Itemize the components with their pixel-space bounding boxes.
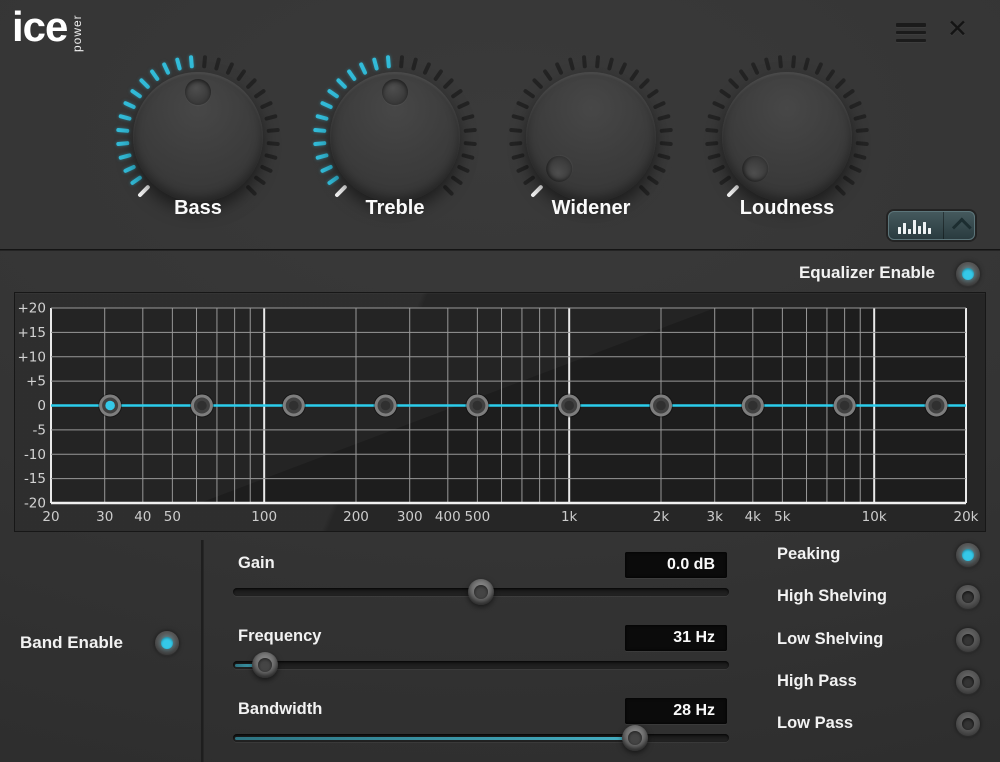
filter-type-peaking-label[interactable]: Peaking bbox=[777, 545, 840, 564]
frequency-label: Frequency bbox=[238, 627, 321, 646]
bandwidth-slider[interactable] bbox=[233, 734, 729, 742]
knob-treble[interactable]: Treble bbox=[307, 37, 483, 237]
x-axis-tick-label: 300 bbox=[397, 509, 423, 525]
knob-dial[interactable] bbox=[330, 72, 460, 202]
gain-slider-thumb[interactable] bbox=[468, 579, 494, 605]
bandwidth-slider-thumb[interactable] bbox=[622, 725, 648, 751]
knob-label: Bass bbox=[110, 197, 286, 220]
x-axis-tick-label: 400 bbox=[435, 509, 461, 525]
y-axis-tick-label: 0 bbox=[37, 398, 46, 414]
gain-label: Gain bbox=[238, 554, 275, 573]
knob-indicator-dot bbox=[541, 150, 578, 187]
frequency-value-box[interactable]: 31 Hz bbox=[625, 625, 727, 651]
y-axis-tick-label: +15 bbox=[18, 325, 47, 341]
x-axis-tick-label: 2k bbox=[653, 509, 670, 525]
knob-dial[interactable] bbox=[526, 72, 656, 202]
eq-band-handle[interactable] bbox=[649, 394, 673, 418]
filter-type-high-pass-label[interactable]: High Pass bbox=[777, 672, 857, 691]
logo-text: ice bbox=[12, 6, 67, 48]
filter-type-low-pass-label[interactable]: Low Pass bbox=[777, 714, 853, 733]
x-axis-tick-label: 3k bbox=[706, 509, 723, 525]
x-axis-tick-label: 30 bbox=[96, 509, 113, 525]
eq-band-handle[interactable] bbox=[282, 394, 306, 418]
x-axis-tick-label: 100 bbox=[251, 509, 277, 525]
eq-band-handle[interactable] bbox=[741, 394, 765, 418]
band-enable-label: Band Enable bbox=[20, 633, 123, 653]
app-logo: ice power bbox=[12, 6, 84, 52]
eq-band-handle[interactable] bbox=[465, 394, 489, 418]
equalizer-bars-icon bbox=[898, 217, 931, 234]
knob-label: Treble bbox=[307, 197, 483, 220]
eq-band-handle[interactable] bbox=[557, 394, 581, 418]
knob-label: Loudness bbox=[699, 197, 875, 220]
y-axis-tick-label: +10 bbox=[18, 349, 47, 365]
filter-type-high-shelving-label[interactable]: High Shelving bbox=[777, 587, 887, 606]
knob-indicator-dot bbox=[185, 79, 211, 105]
x-axis-tick-label: 20 bbox=[42, 509, 59, 525]
equalizer-enable-label: Equalizer Enable bbox=[799, 263, 935, 283]
filter-type-low-shelving-radio[interactable] bbox=[956, 628, 980, 652]
eq-band-handle[interactable] bbox=[98, 394, 122, 418]
y-axis-tick-label: -5 bbox=[33, 422, 46, 438]
knob-label: Widener bbox=[503, 197, 679, 220]
band-controls-section: Band Enable Gain 0.0 dB Frequency 31 Hz Band… bbox=[0, 532, 1000, 762]
x-axis-tick-label: 500 bbox=[464, 509, 490, 525]
close-icon[interactable]: ✕ bbox=[947, 14, 968, 44]
equalizer-graph-panel: +20+15+10+50-5-10-15-2020304050100200300… bbox=[14, 292, 986, 532]
knob-dial[interactable] bbox=[133, 72, 263, 202]
knob-indicator-dot bbox=[737, 150, 774, 187]
chevron-up-icon bbox=[943, 212, 974, 239]
gain-value-box[interactable]: 0.0 dB bbox=[625, 552, 727, 578]
filter-type-low-pass-radio[interactable] bbox=[956, 712, 980, 736]
x-axis-tick-label: 4k bbox=[745, 509, 762, 525]
frequency-slider[interactable] bbox=[233, 661, 729, 669]
vertical-divider bbox=[201, 540, 204, 762]
knob-loudness[interactable]: Loudness bbox=[699, 37, 875, 237]
header-separator bbox=[0, 249, 1000, 251]
eq-band-handle[interactable] bbox=[190, 394, 214, 418]
x-axis-tick-label: 40 bbox=[134, 509, 151, 525]
menu-icon[interactable] bbox=[896, 23, 926, 42]
knob-bass[interactable]: Bass bbox=[110, 37, 286, 237]
filter-type-low-shelving-label[interactable]: Low Shelving bbox=[777, 630, 883, 649]
x-axis-tick-label: 1k bbox=[561, 509, 578, 525]
gain-slider-row: Gain 0.0 dB bbox=[233, 552, 729, 616]
bandwidth-label: Bandwidth bbox=[238, 700, 322, 719]
bandwidth-slider-fill bbox=[235, 737, 633, 740]
x-axis-tick-label: 200 bbox=[343, 509, 369, 525]
frequency-slider-row: Frequency 31 Hz bbox=[233, 625, 729, 689]
bandwidth-value-box[interactable]: 28 Hz bbox=[625, 698, 727, 724]
eq-band-handle[interactable] bbox=[374, 394, 398, 418]
knob-widener[interactable]: Widener bbox=[503, 37, 679, 237]
bandwidth-slider-row: Bandwidth 28 Hz bbox=[233, 698, 729, 762]
x-axis-tick-label: 5k bbox=[774, 509, 791, 525]
x-axis-tick-label: 20k bbox=[954, 509, 979, 525]
filter-type-high-shelving-radio[interactable] bbox=[956, 585, 980, 609]
eq-band-handle[interactable] bbox=[924, 394, 948, 418]
y-axis-tick-label: -15 bbox=[24, 471, 46, 487]
equalizer-enable-toggle[interactable] bbox=[956, 262, 980, 286]
logo-subtext: power bbox=[70, 8, 84, 52]
gain-slider[interactable] bbox=[233, 588, 729, 596]
knob-indicator-dot bbox=[382, 79, 408, 105]
app-window: ice power ✕ Bass Treble Widener Loudness Eq… bbox=[0, 0, 1000, 762]
y-axis-tick-label: -10 bbox=[24, 447, 46, 463]
filter-type-peaking-radio[interactable] bbox=[956, 543, 980, 567]
filter-type-high-pass-radio[interactable] bbox=[956, 670, 980, 694]
frequency-slider-thumb[interactable] bbox=[252, 652, 278, 678]
eq-band-handle[interactable] bbox=[833, 394, 857, 418]
knob-dial[interactable] bbox=[722, 72, 852, 202]
band-enable-toggle[interactable] bbox=[155, 631, 179, 655]
collapse-panel-button[interactable] bbox=[888, 211, 975, 240]
x-axis-tick-label: 50 bbox=[164, 509, 181, 525]
y-axis-tick-label: +5 bbox=[26, 374, 46, 390]
x-axis-tick-label: 10k bbox=[862, 509, 887, 525]
y-axis-tick-label: +20 bbox=[18, 301, 47, 317]
equalizer-graph: +20+15+10+50-5-10-15-2020304050100200300… bbox=[15, 293, 987, 533]
